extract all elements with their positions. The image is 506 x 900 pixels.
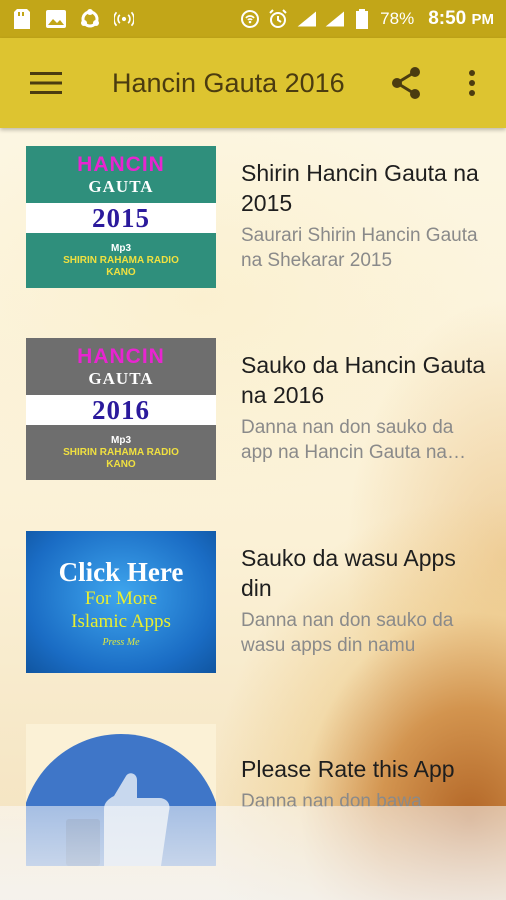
app-bar: Hancin Gauta 2016	[0, 38, 506, 128]
menu-button[interactable]	[26, 63, 66, 103]
hamburger-menu-icon	[30, 72, 62, 94]
thumb-line4: Press Me	[102, 636, 140, 648]
alarm-icon	[268, 9, 288, 29]
sync-icon	[80, 9, 100, 29]
item-subtitle: Saurari Shirin Hancin Gauta na Shekarar …	[241, 225, 478, 271]
item-title: Please Rate this App	[241, 756, 455, 782]
thumb-line2: For More	[84, 587, 158, 609]
item-title: Sauko da wasu Apps din	[241, 545, 456, 601]
wifi-calling-icon	[240, 9, 260, 29]
thumb-line1: HANCIN	[77, 344, 165, 368]
item-subtitle: Danna nan don sauko da wasu apps din nam…	[241, 610, 454, 656]
thumb-line2: GAUTA	[88, 368, 154, 388]
hotspot-icon	[114, 9, 134, 29]
signal-icon-2	[324, 9, 345, 29]
thumb-line1: Click Here	[58, 556, 184, 587]
thumb-year: 2015	[92, 202, 150, 233]
sd-card-icon	[12, 9, 32, 29]
item-thumbnail: HANCIN GAUTA 2016 Mp3 SHIRIN RAHAMA RADI…	[26, 338, 216, 480]
thumb-city: KANO	[106, 267, 136, 278]
thumb-year: 2016	[92, 394, 150, 425]
item-subtitle: Danna nan don sauko da app na Hancin Gau…	[241, 417, 454, 463]
signal-icon	[296, 9, 317, 29]
item-thumbnail: Click Here For More Islamic Apps Press M…	[26, 531, 216, 673]
thumb-format: Mp3	[111, 435, 131, 446]
item-thumbnail: HANCIN GAUTA 2015 Mp3 SHIRIN RAHAMA RADI…	[26, 146, 216, 288]
more-options-button[interactable]	[452, 63, 492, 103]
app-title: Hancin Gauta 2016	[112, 67, 345, 98]
thumb-line1: HANCIN	[77, 152, 165, 176]
clock: 8:50 PM	[428, 8, 494, 29]
list-item-hancin-2015[interactable]: HANCIN GAUTA 2015 Mp3 SHIRIN RAHAMA RADI…	[0, 146, 506, 296]
bottom-overlay	[0, 806, 506, 900]
thumb-line3: Islamic Apps	[71, 610, 171, 632]
more-vert-icon	[469, 70, 475, 96]
thumb-radio: SHIRIN RAHAMA RADIO	[63, 255, 179, 266]
share-button[interactable]	[386, 63, 426, 103]
thumb-format: Mp3	[111, 243, 131, 254]
item-title: Sauko da Hancin Gauta na 2016	[241, 352, 486, 408]
image-icon	[46, 9, 66, 29]
status-bar: 78% 8:50 PM	[0, 0, 506, 38]
item-title: Shirin Hancin Gauta na 2015	[241, 160, 479, 216]
share-icon	[392, 67, 420, 99]
thumb-line2: GAUTA	[88, 176, 154, 196]
thumb-radio: SHIRIN RAHAMA RADIO	[63, 447, 179, 458]
list-item-more-apps[interactable]: Click Here For More Islamic Apps Press M…	[0, 531, 506, 681]
list-item-hancin-2016[interactable]: HANCIN GAUTA 2016 Mp3 SHIRIN RAHAMA RADI…	[0, 338, 506, 488]
battery-icon	[352, 9, 372, 29]
battery-percent: 78%	[380, 9, 415, 28]
thumb-city: KANO	[106, 459, 136, 470]
